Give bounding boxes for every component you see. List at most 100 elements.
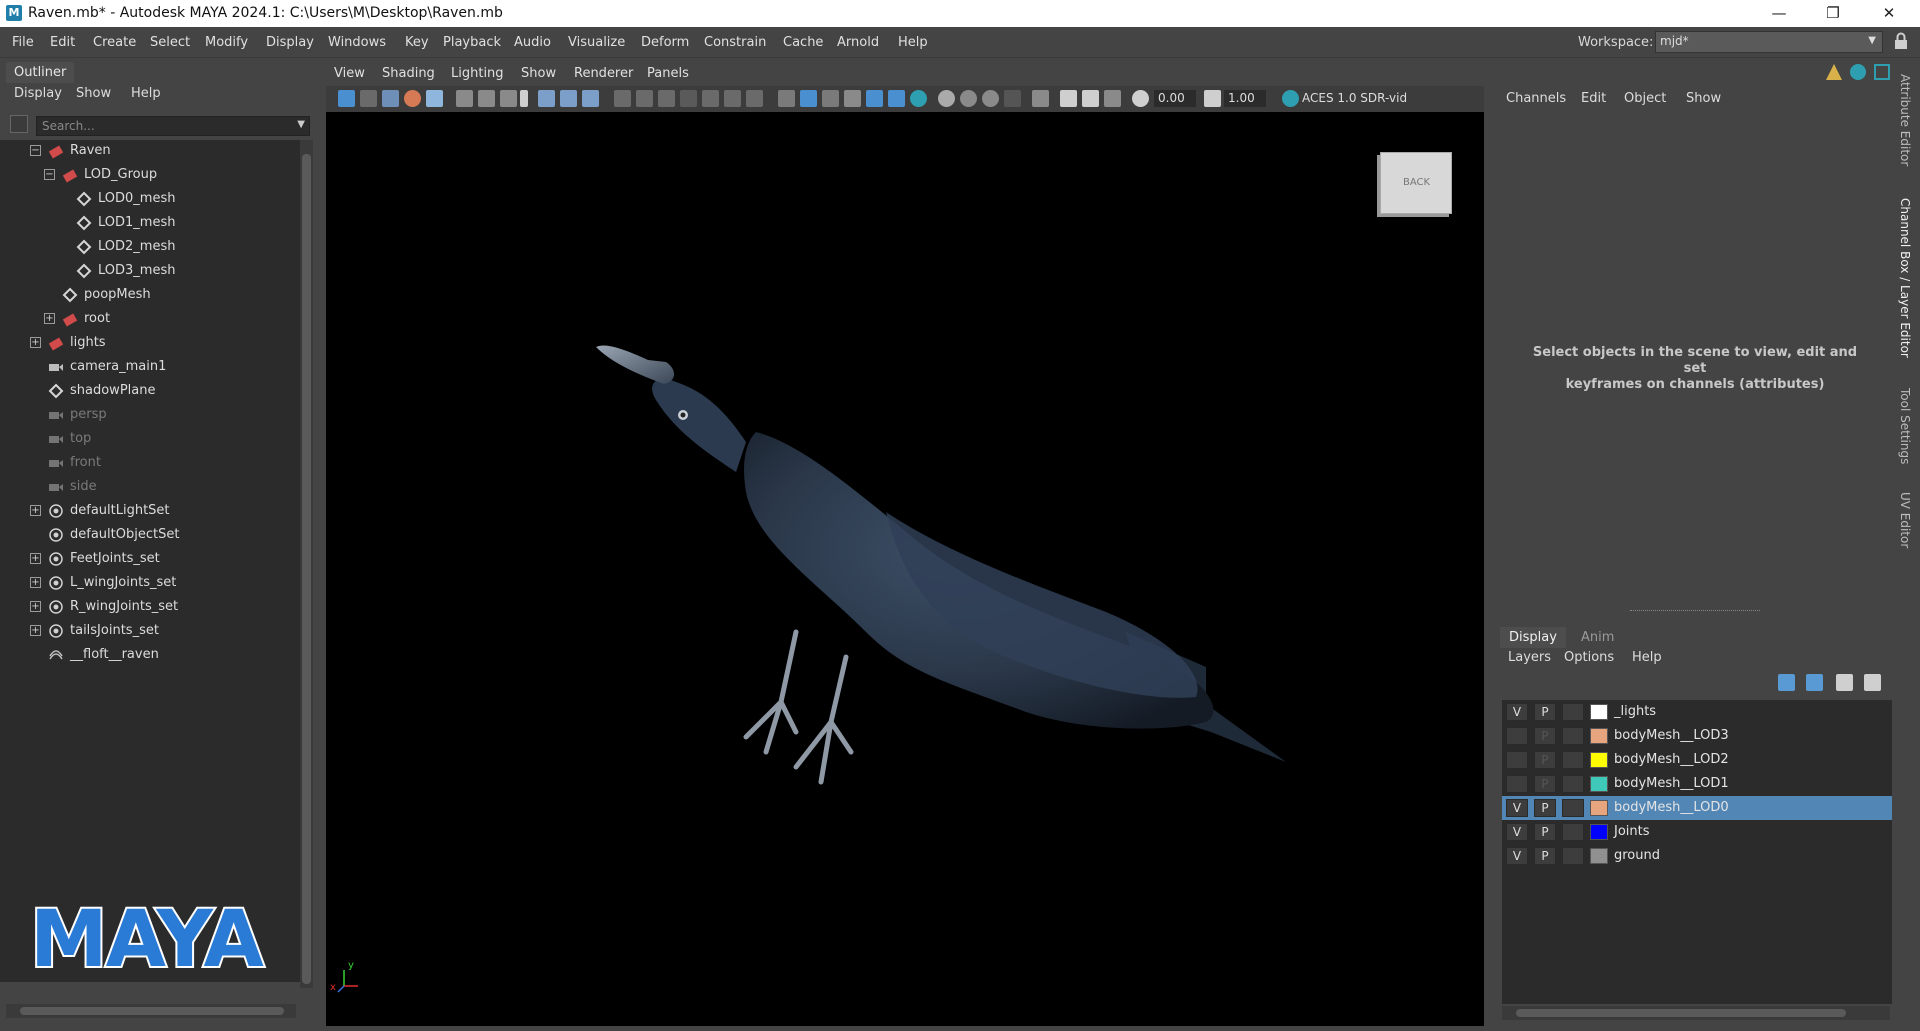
- menu-constrain[interactable]: Constrain: [704, 35, 766, 50]
- channel-object-menu[interactable]: Object: [1624, 91, 1666, 106]
- layer-color-swatch[interactable]: [1590, 728, 1608, 744]
- tree-row[interactable]: front: [0, 452, 300, 474]
- layer-playback-toggle[interactable]: P: [1534, 703, 1556, 721]
- field-chart-icon[interactable]: [702, 90, 719, 107]
- viewport-menu-lighting[interactable]: Lighting: [451, 66, 504, 81]
- motion-blur-icon[interactable]: [960, 90, 977, 107]
- expand-icon[interactable]: +: [30, 577, 41, 588]
- menu-playback[interactable]: Playback: [443, 35, 501, 50]
- layer-playback-toggle[interactable]: P: [1534, 823, 1556, 841]
- bookmark-icon[interactable]: [382, 90, 399, 107]
- outliner-menu-display[interactable]: Display: [14, 86, 62, 101]
- menu-help[interactable]: Help: [898, 35, 928, 50]
- layer-display-type-toggle[interactable]: [1562, 847, 1584, 865]
- layer-visibility-toggle[interactable]: [1506, 775, 1528, 793]
- menu-arnold[interactable]: Arnold: [837, 35, 879, 50]
- viewport-menu-renderer[interactable]: Renderer: [574, 66, 633, 81]
- camera-icon[interactable]: [478, 90, 495, 107]
- tree-row[interactable]: − Raven: [0, 140, 300, 162]
- move-icon[interactable]: [560, 90, 577, 107]
- layer-row[interactable]: PbodyMesh__LOD2: [1502, 748, 1892, 772]
- pivot-icon[interactable]: [538, 90, 555, 107]
- layer-row[interactable]: V P _lights: [1502, 700, 1892, 724]
- layer-options-menu[interactable]: Options: [1564, 650, 1614, 665]
- collapse-icon[interactable]: −: [44, 169, 55, 180]
- expand-icon[interactable]: +: [30, 505, 41, 516]
- move-layer-down-icon[interactable]: [1806, 674, 1823, 691]
- gate-mask-icon[interactable]: [680, 90, 697, 107]
- tree-row[interactable]: top: [0, 428, 300, 450]
- layer-color-swatch[interactable]: [1590, 800, 1608, 816]
- lighting-icon[interactable]: [888, 90, 905, 107]
- expand-icon[interactable]: +: [30, 601, 41, 612]
- tree-row[interactable]: persp: [0, 404, 300, 426]
- tree-row[interactable]: defaultObjectSet: [0, 524, 300, 546]
- tab-display[interactable]: Display: [1500, 627, 1566, 648]
- close-button[interactable]: ✕: [1866, 0, 1912, 27]
- anti-aliasing-icon[interactable]: [982, 90, 999, 107]
- layer-display-type-toggle[interactable]: [1562, 703, 1584, 721]
- tree-row[interactable]: + root: [0, 308, 300, 330]
- resolution-gate-icon[interactable]: [658, 90, 675, 107]
- layer-display-type-toggle[interactable]: [1562, 823, 1584, 841]
- safe-title-icon[interactable]: [746, 90, 763, 107]
- pencil-icon[interactable]: [582, 90, 599, 107]
- restore-button[interactable]: ❐: [1810, 0, 1856, 27]
- tab-attribute-editor[interactable]: Attribute Editor: [1898, 74, 1912, 166]
- tab-tool-settings[interactable]: Tool Settings: [1898, 388, 1912, 464]
- menu-modify[interactable]: Modify: [205, 35, 248, 50]
- layer-row[interactable]: V Pground: [1502, 844, 1892, 868]
- textured-icon[interactable]: [866, 90, 883, 107]
- layer-visibility-toggle[interactable]: V: [1506, 703, 1528, 721]
- new-layer-selected-icon[interactable]: [1864, 674, 1881, 691]
- layer-row[interactable]: PbodyMesh__LOD1: [1502, 772, 1892, 796]
- new-layer-icon[interactable]: [1836, 674, 1853, 691]
- menu-visualize[interactable]: Visualize: [568, 35, 625, 50]
- backface-culling-icon[interactable]: [1104, 90, 1121, 107]
- isolate-select-icon[interactable]: [1032, 90, 1049, 107]
- tree-row[interactable]: − LOD_Group: [0, 164, 300, 186]
- safe-action-icon[interactable]: [724, 90, 741, 107]
- filter-icon[interactable]: [10, 115, 28, 133]
- menu-key[interactable]: Key: [405, 35, 429, 50]
- layer-playback-toggle[interactable]: P: [1534, 751, 1556, 769]
- expand-icon[interactable]: +: [30, 625, 41, 636]
- layer-display-type-toggle[interactable]: [1562, 799, 1584, 817]
- layer-color-swatch[interactable]: [1590, 704, 1608, 720]
- ambient-occlusion-icon[interactable]: [938, 90, 955, 107]
- layer-visibility-toggle[interactable]: [1506, 727, 1528, 745]
- menu-display[interactable]: Display: [266, 35, 314, 50]
- gamma-icon[interactable]: [1204, 90, 1221, 107]
- layers-horizontal-scrollbar[interactable]: [1502, 1006, 1890, 1020]
- layer-visibility-toggle[interactable]: V: [1506, 823, 1528, 841]
- layer-color-swatch[interactable]: [1590, 776, 1608, 792]
- tree-row[interactable]: LOD1_mesh: [0, 212, 300, 234]
- lock-icon[interactable]: [1894, 32, 1908, 50]
- xray-joints-icon[interactable]: [1060, 90, 1077, 107]
- channels-menu[interactable]: Channels: [1506, 91, 1566, 106]
- workspace-select[interactable]: mjd* ▼: [1655, 31, 1883, 53]
- layer-row[interactable]: V PbodyMesh__LOD0: [1502, 796, 1892, 820]
- layer-row[interactable]: V P Joints: [1502, 820, 1892, 844]
- layer-color-swatch[interactable]: [1590, 752, 1608, 768]
- tree-row[interactable]: + R_wingJoints_set: [0, 596, 300, 618]
- smooth-shade-icon[interactable]: [800, 90, 817, 107]
- tree-row[interactable]: side: [0, 476, 300, 498]
- tree-row[interactable]: + lights: [0, 332, 300, 354]
- scrollbar-thumb[interactable]: [302, 154, 311, 984]
- layer-visibility-toggle[interactable]: V: [1506, 799, 1528, 817]
- wireframe-on-shaded-icon[interactable]: [822, 90, 839, 107]
- viewport-menu-panels[interactable]: Panels: [647, 66, 689, 81]
- menu-edit[interactable]: Edit: [50, 35, 75, 50]
- layer-visibility-toggle[interactable]: [1506, 751, 1528, 769]
- 2d-pan-zoom-icon[interactable]: [426, 90, 443, 107]
- expand-icon[interactable]: +: [30, 337, 41, 348]
- xray-icon[interactable]: [844, 90, 861, 107]
- menu-deform[interactable]: Deform: [641, 35, 689, 50]
- menu-file[interactable]: File: [12, 35, 34, 50]
- layer-display-type-toggle[interactable]: [1562, 775, 1584, 793]
- outliner-search-input[interactable]: Search... ▼: [36, 116, 310, 136]
- tab-uv-editor[interactable]: UV Editor: [1898, 492, 1912, 548]
- channel-box-icon-c[interactable]: [1874, 64, 1890, 80]
- shadows-icon[interactable]: [910, 90, 927, 107]
